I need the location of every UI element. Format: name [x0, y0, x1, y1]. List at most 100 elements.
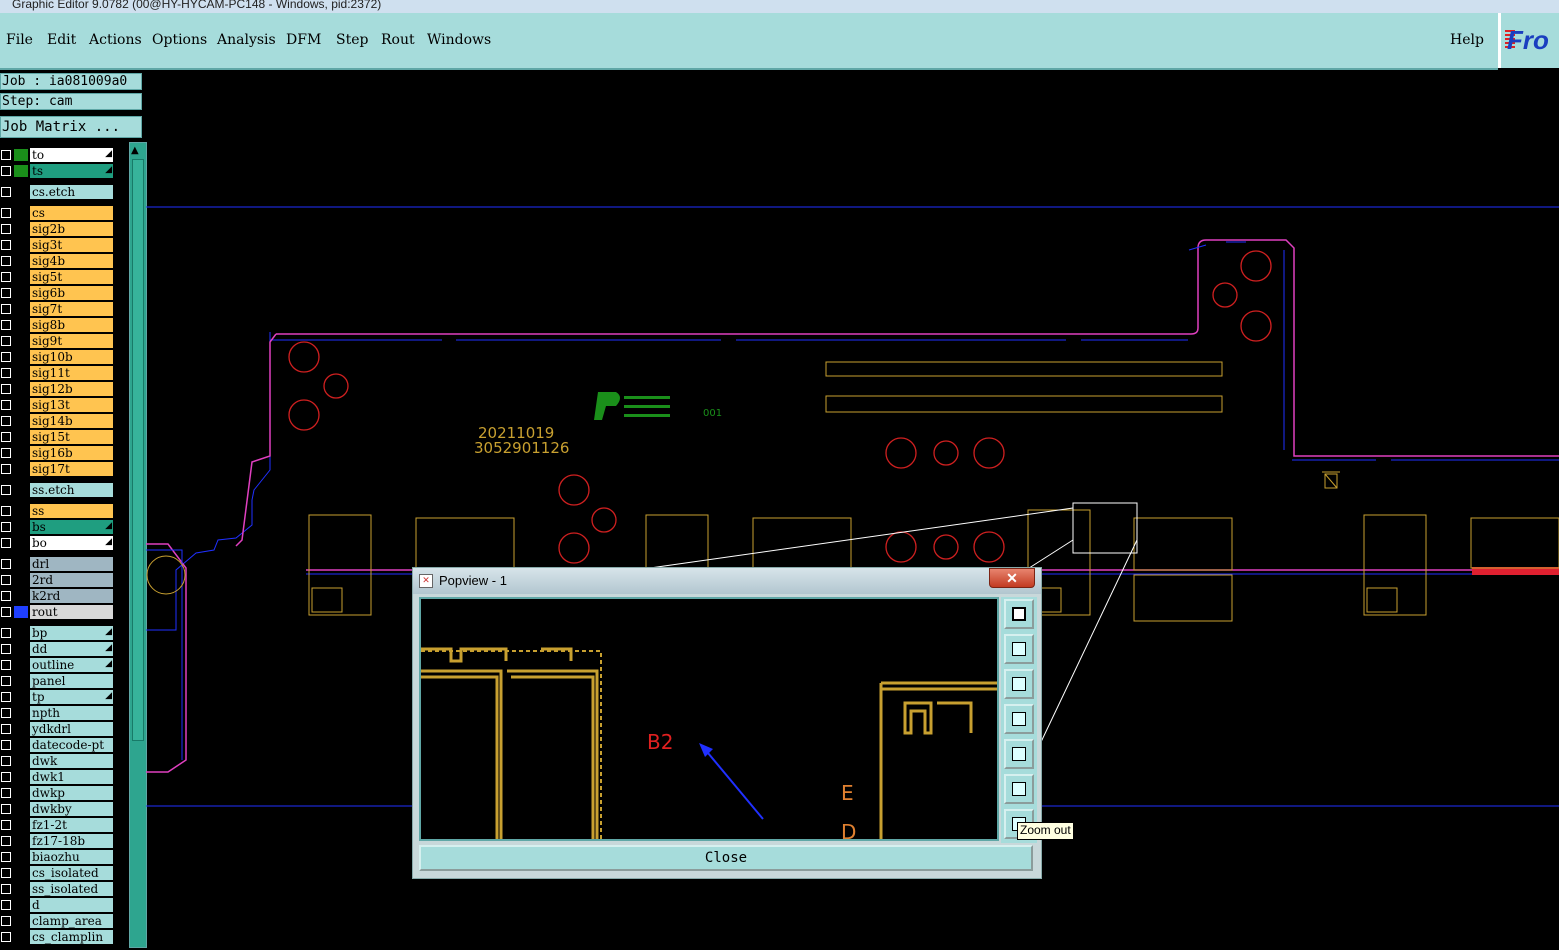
layer-row-ydkdrl[interactable]: ydkdrl — [0, 722, 116, 736]
layer-name[interactable]: fz17-18b — [30, 834, 113, 848]
menu-rout[interactable]: Rout — [381, 32, 415, 48]
layer-checkbox[interactable] — [1, 522, 11, 532]
layer-name[interactable]: ss_isolated — [30, 882, 113, 896]
layer-checkbox[interactable] — [1, 384, 11, 394]
layer-name[interactable]: sig8b — [30, 318, 113, 332]
layer-row-sig4b[interactable]: sig4b — [0, 254, 116, 268]
layer-name[interactable]: bp — [30, 626, 113, 640]
layer-name[interactable]: outline — [30, 658, 113, 672]
layer-row-sig15t[interactable]: sig15t — [0, 430, 116, 444]
layer-row-fz17-18b[interactable]: fz17-18b — [0, 834, 116, 848]
layer-row-sig3t[interactable]: sig3t — [0, 238, 116, 252]
layer-row-bs[interactable]: bs ◢ — [0, 520, 116, 534]
layer-name[interactable]: dd — [30, 642, 113, 656]
layer-row-dwk[interactable]: dwk — [0, 754, 116, 768]
layer-name[interactable]: to — [30, 148, 113, 162]
layer-name[interactable]: drl — [30, 557, 113, 571]
layer-checkbox[interactable] — [1, 240, 11, 250]
layer-name[interactable]: sig4b — [30, 254, 113, 268]
menu-windows[interactable]: Windows — [427, 32, 491, 48]
zoom-in-button[interactable] — [1004, 774, 1034, 804]
layer-name[interactable]: cs.etch — [30, 185, 113, 199]
menu-options[interactable]: Options — [152, 32, 207, 48]
layer-name[interactable]: ss — [30, 504, 113, 518]
layer-row-rout[interactable]: rout — [0, 605, 116, 619]
layer-name[interactable]: sig5t — [30, 270, 113, 284]
layer-row-sig13t[interactable]: sig13t — [0, 398, 116, 412]
layer-checkbox[interactable] — [1, 724, 11, 734]
layer-name[interactable]: bs — [30, 520, 113, 534]
layer-name[interactable]: cs_clamplin — [30, 930, 113, 944]
layer-checkbox[interactable] — [1, 591, 11, 601]
layer-name[interactable]: dwkby — [30, 802, 113, 816]
layer-row-dwk1[interactable]: dwk1 — [0, 770, 116, 784]
layer-row-ss.etch[interactable]: ss.etch — [0, 483, 116, 497]
menu-edit[interactable]: Edit — [47, 32, 76, 48]
layer-name[interactable]: sig13t — [30, 398, 113, 412]
layer-checkbox[interactable] — [1, 756, 11, 766]
layer-checkbox[interactable] — [1, 708, 11, 718]
popview-close-button[interactable]: Close — [419, 845, 1033, 871]
layer-name[interactable]: sig12b — [30, 382, 113, 396]
layer-row-sig9t[interactable]: sig9t — [0, 334, 116, 348]
layer-name[interactable]: sig15t — [30, 430, 113, 444]
layer-checkbox[interactable] — [1, 166, 11, 176]
layer-name[interactable]: sig14b — [30, 414, 113, 428]
popview-close-icon[interactable]: ✕ — [989, 568, 1035, 588]
layer-checkbox[interactable] — [1, 884, 11, 894]
pan-right-button[interactable] — [1004, 739, 1034, 769]
layer-name[interactable]: d — [30, 898, 113, 912]
layer-checkbox[interactable] — [1, 836, 11, 846]
layer-row-dwkp[interactable]: dwkp — [0, 786, 116, 800]
layer-row-2rd[interactable]: 2rd — [0, 573, 116, 587]
pan-up-button[interactable] — [1004, 634, 1034, 664]
scroll-thumb[interactable] — [132, 159, 144, 741]
layer-checkbox[interactable] — [1, 187, 11, 197]
layer-row-bp[interactable]: bp ◢ — [0, 626, 116, 640]
layer-row-cs[interactable]: cs — [0, 206, 116, 220]
layer-checkbox[interactable] — [1, 368, 11, 378]
layer-checkbox[interactable] — [1, 448, 11, 458]
layer-name[interactable]: k2rd — [30, 589, 113, 603]
layer-checkbox[interactable] — [1, 485, 11, 495]
layer-checkbox[interactable] — [1, 256, 11, 266]
layer-row-cs.etch[interactable]: cs.etch — [0, 185, 116, 199]
layer-checkbox[interactable] — [1, 644, 11, 654]
layer-name[interactable]: sig6b — [30, 286, 113, 300]
layer-scrollbar[interactable]: ▲ — [129, 142, 147, 948]
layer-name[interactable]: panel — [30, 674, 113, 688]
pan-left-button[interactable] — [1004, 704, 1034, 734]
layer-row-panel[interactable]: panel — [0, 674, 116, 688]
job-matrix-button[interactable]: Job Matrix ... — [0, 116, 142, 138]
layer-name[interactable]: dwkp — [30, 786, 113, 800]
layer-row-sig12b[interactable]: sig12b — [0, 382, 116, 396]
layer-row-clamp_area[interactable]: clamp_area — [0, 914, 116, 928]
menu-dfm[interactable]: DFM — [286, 32, 321, 48]
layer-name[interactable]: dwk — [30, 754, 113, 768]
zoom-home-button[interactable] — [1004, 599, 1034, 629]
layer-checkbox[interactable] — [1, 272, 11, 282]
layer-name[interactable]: sig7t — [30, 302, 113, 316]
layer-row-sig14b[interactable]: sig14b — [0, 414, 116, 428]
layer-checkbox[interactable] — [1, 288, 11, 298]
layer-row-to[interactable]: to ◢ — [0, 148, 116, 162]
layer-row-biaozhu[interactable]: biaozhu — [0, 850, 116, 864]
layer-row-npth[interactable]: npth — [0, 706, 116, 720]
layer-checkbox[interactable] — [1, 208, 11, 218]
layer-row-sig2b[interactable]: sig2b — [0, 222, 116, 236]
layer-checkbox[interactable] — [1, 868, 11, 878]
layer-name[interactable]: sig11t — [30, 366, 113, 380]
layer-row-cs_isolated[interactable]: cs_isolated — [0, 866, 116, 880]
layer-name[interactable]: ydkdrl — [30, 722, 113, 736]
scroll-up-icon[interactable]: ▲ — [131, 145, 139, 156]
layer-name[interactable]: dwk1 — [30, 770, 113, 784]
layer-name[interactable]: sig2b — [30, 222, 113, 236]
layer-checkbox[interactable] — [1, 538, 11, 548]
layer-name[interactable]: clamp_area — [30, 914, 113, 928]
layer-checkbox[interactable] — [1, 320, 11, 330]
layer-checkbox[interactable] — [1, 804, 11, 814]
layer-row-ss_isolated[interactable]: ss_isolated — [0, 882, 116, 896]
layer-checkbox[interactable] — [1, 464, 11, 474]
layer-checkbox[interactable] — [1, 692, 11, 702]
layer-name[interactable]: ss.etch — [30, 483, 113, 497]
